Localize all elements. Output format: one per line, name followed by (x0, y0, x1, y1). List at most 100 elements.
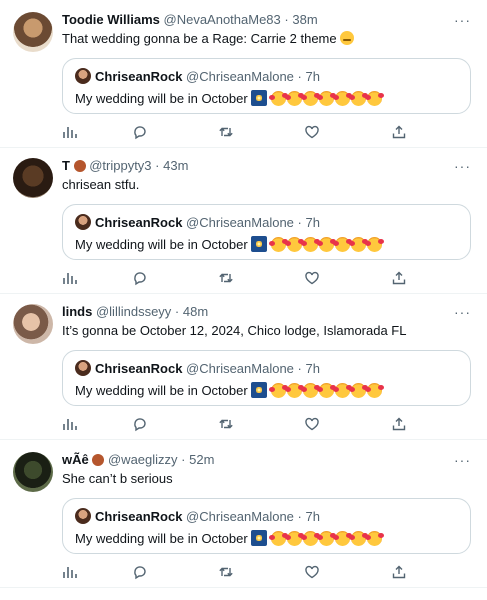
fireworks-emoji (250, 530, 267, 546)
author-name[interactable]: linds (62, 304, 92, 319)
quoted-author-name: ChriseanRock (95, 69, 183, 84)
timestamp[interactable]: 43m (163, 158, 188, 173)
hearts-face-emoji (284, 383, 302, 398)
more-options-icon[interactable]: ··· (454, 13, 471, 27)
quoted-text: My wedding will be in October (75, 531, 248, 546)
retweet-icon[interactable] (218, 124, 234, 140)
tweet-actions (62, 416, 407, 432)
tweet-actions (62, 124, 407, 140)
teddy-bear-emoji (73, 160, 86, 172)
author-handle[interactable]: @lillindsseyy (96, 304, 171, 319)
share-icon[interactable] (391, 564, 407, 580)
more-options-icon[interactable]: ··· (454, 159, 471, 173)
quoted-timestamp: 7h (305, 509, 320, 524)
tweet-actions (62, 270, 407, 286)
like-icon[interactable] (304, 270, 320, 286)
author-handle[interactable]: @NevaAnothaMe83 (164, 12, 281, 27)
tweet-header: T @trippyty3 · 43m (62, 158, 188, 174)
quoted-author-handle: @ChriseanMalone (186, 215, 294, 230)
hearts-face-emoji (332, 383, 350, 398)
avatar[interactable] (13, 304, 53, 344)
more-options-icon[interactable]: ··· (454, 453, 471, 467)
tweet[interactable]: T @trippyty3 · 43m ··· chrisean stfu. Ch… (0, 148, 487, 294)
quoted-tweet[interactable]: ChriseanRock @ChriseanMalone · 7h My wed… (62, 350, 471, 406)
hearts-face-emoji (364, 383, 382, 398)
tweet-actions (62, 564, 407, 580)
fireworks-emoji (250, 382, 267, 398)
hearts-face-emoji (348, 91, 366, 106)
like-icon[interactable] (304, 564, 320, 580)
retweet-icon[interactable] (218, 564, 234, 580)
analytics-icon[interactable] (62, 270, 78, 286)
reply-icon[interactable] (132, 416, 148, 432)
hearts-face-emoji (348, 237, 366, 252)
author-handle[interactable]: @waeglizzy (108, 452, 178, 467)
author-name[interactable]: Toodie Williams (62, 12, 160, 27)
quoted-tweet[interactable]: ChriseanRock @ChriseanMalone · 7h My wed… (62, 58, 471, 114)
like-icon[interactable] (304, 416, 320, 432)
author-name[interactable]: T (62, 158, 70, 173)
quoted-avatar (75, 68, 91, 84)
hearts-face-emoji (268, 237, 286, 252)
share-icon[interactable] (391, 270, 407, 286)
author-handle[interactable]: @trippyty3 (89, 158, 151, 173)
retweet-icon[interactable] (218, 416, 234, 432)
hearts-face-emoji (348, 383, 366, 398)
timestamp[interactable]: 48m (183, 304, 208, 319)
avatar[interactable] (13, 12, 53, 52)
more-options-icon[interactable]: ··· (454, 305, 471, 319)
quoted-tweet-header: ChriseanRock @ChriseanMalone · 7h (75, 68, 320, 85)
analytics-icon[interactable] (62, 124, 78, 140)
quoted-tweet[interactable]: ChriseanRock @ChriseanMalone · 7h My wed… (62, 498, 471, 554)
avatar[interactable] (13, 158, 53, 198)
like-icon[interactable] (304, 124, 320, 140)
tweet[interactable]: linds @lillindsseyy · 48m ··· It’s gonna… (0, 294, 487, 440)
hearts-face-emoji (316, 383, 334, 398)
hearts-face-emoji (300, 531, 318, 546)
quoted-text: My wedding will be in October (75, 383, 248, 398)
separator-dot: · (155, 158, 160, 173)
tweet[interactable]: wÃê @waeglizzy · 52m ··· She can’t b ser… (0, 440, 487, 588)
retweet-icon[interactable] (218, 270, 234, 286)
fireworks-emoji (250, 90, 267, 106)
tweet-text-row: That wedding gonna be a Rage: Carrie 2 t… (62, 31, 355, 47)
share-icon[interactable] (391, 416, 407, 432)
hearts-face-emoji (284, 91, 302, 106)
tweet-text: chrisean stfu. (62, 177, 140, 192)
tweet-header: linds @lillindsseyy · 48m (62, 304, 208, 320)
share-icon[interactable] (391, 124, 407, 140)
tweet-header: Toodie Williams @NevaAnothaMe83 · 38m (62, 12, 318, 28)
hearts-face-emoji (300, 237, 318, 252)
timestamp[interactable]: 52m (189, 452, 214, 467)
quoted-text: My wedding will be in October (75, 237, 248, 252)
relieved-face-emoji (340, 31, 355, 45)
quoted-author-handle: @ChriseanMalone (186, 361, 294, 376)
tweet[interactable]: Toodie Williams @NevaAnothaMe83 · 38m ··… (0, 0, 487, 148)
quoted-text-row: My wedding will be in October (75, 236, 382, 253)
teddy-bear-emoji (92, 454, 105, 466)
reply-icon[interactable] (132, 270, 148, 286)
quoted-avatar (75, 360, 91, 376)
quoted-timestamp: 7h (305, 69, 320, 84)
analytics-icon[interactable] (62, 416, 78, 432)
author-name[interactable]: wÃê (62, 452, 89, 467)
quoted-text-row: My wedding will be in October (75, 90, 382, 107)
quoted-tweet-header: ChriseanRock @ChriseanMalone · 7h (75, 508, 320, 525)
avatar[interactable] (13, 452, 53, 492)
hearts-face-emoji (300, 91, 318, 106)
timestamp[interactable]: 38m (292, 12, 317, 27)
quoted-avatar (75, 508, 91, 524)
hearts-face-emoji (364, 531, 382, 546)
reply-icon[interactable] (132, 564, 148, 580)
separator-dot: · (297, 69, 302, 84)
separator-dot: · (284, 12, 289, 27)
hearts-face-emoji (300, 383, 318, 398)
hearts-face-emoji (268, 531, 286, 546)
quoted-tweet[interactable]: ChriseanRock @ChriseanMalone · 7h My wed… (62, 204, 471, 260)
tweet-text: That wedding gonna be a Rage: Carrie 2 t… (62, 31, 337, 46)
reply-icon[interactable] (132, 124, 148, 140)
hearts-face-emoji (316, 531, 334, 546)
tweet-header: wÃê @waeglizzy · 52m (62, 452, 214, 468)
quoted-avatar (75, 214, 91, 230)
analytics-icon[interactable] (62, 564, 78, 580)
